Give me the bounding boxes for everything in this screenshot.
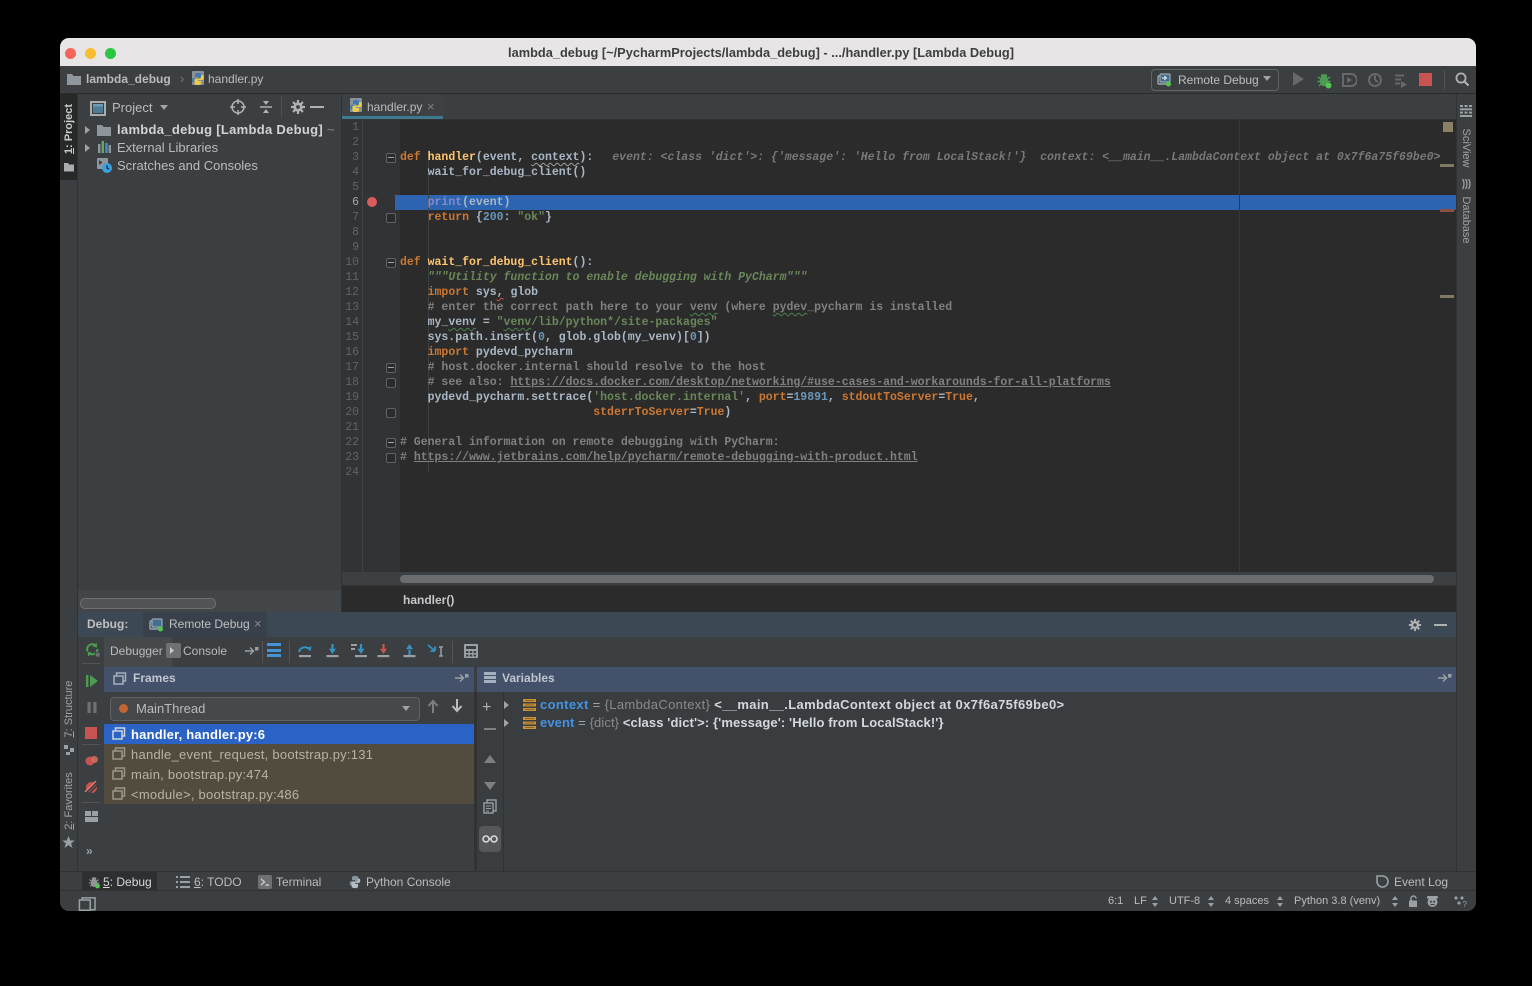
svg-text:?: ?: [1463, 900, 1468, 908]
